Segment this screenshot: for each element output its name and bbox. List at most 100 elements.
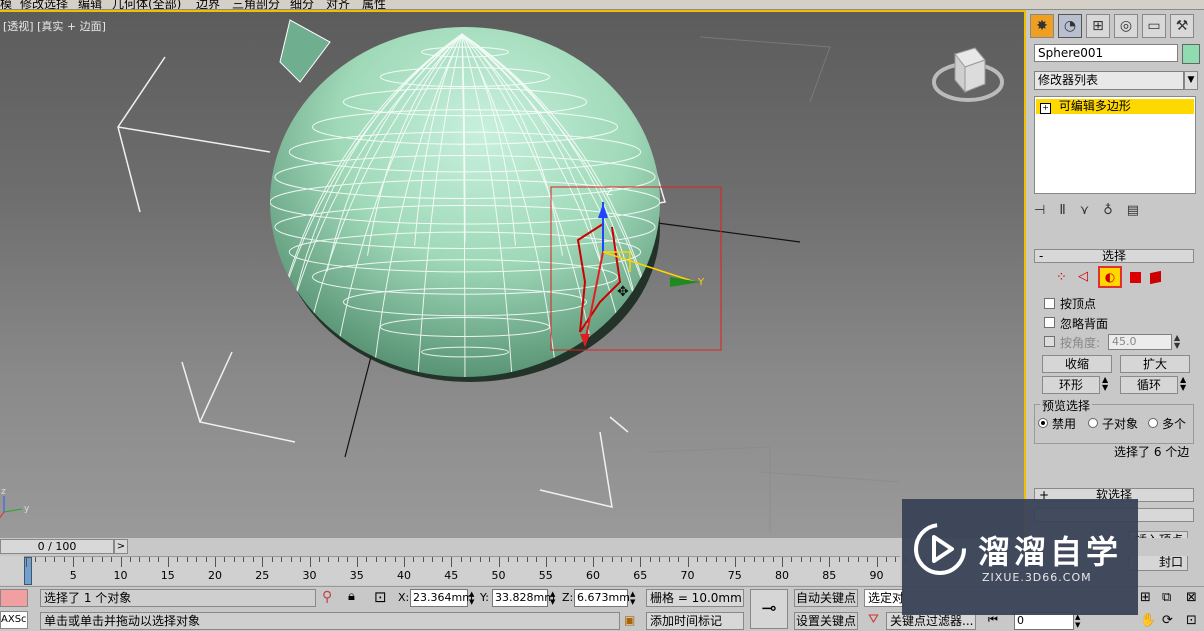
perspective-viewport[interactable]: Z Y ✥ z y [透视] [真实 + 边面] (0, 10, 1026, 540)
ruler-tick (555, 557, 557, 562)
loop-spinner-icon[interactable]: ▲ ▼ (1180, 376, 1186, 392)
menu-item-subdivide[interactable]: 细分 (290, 0, 314, 9)
z-coord-field[interactable]: 6.673mm (574, 589, 630, 607)
track-bar[interactable]: 5 10 15 20 25 30 35 40 45 50 55 60 65 70 75 80 85 90 (0, 556, 925, 585)
menu-item-align[interactable]: 对齐 (326, 0, 350, 9)
ruler-tick (602, 557, 604, 562)
selection-lock-icon[interactable]: 🔒︎ (348, 589, 355, 604)
preview-disabled-radio[interactable] (1038, 418, 1048, 428)
by-vertex-checkbox[interactable] (1044, 298, 1055, 309)
object-color-swatch[interactable] (1182, 44, 1200, 64)
modifier-list-dropdown[interactable]: 修改器列表 (1034, 71, 1184, 90)
display-tab-icon[interactable]: ▭ (1142, 14, 1166, 38)
configure-modifier-sets-icon[interactable]: ▤ (1127, 203, 1153, 218)
stack-item-editable-poly[interactable]: + 可编辑多边形 (1036, 99, 1194, 114)
set-key-icon[interactable]: ⊸ (750, 589, 788, 629)
ring-spinner-icon[interactable]: ▲ ▼ (1102, 376, 1108, 392)
angle-spinner-field[interactable]: 45.0 (1108, 334, 1172, 350)
hierarchy-tab-icon[interactable]: ⊞ (1086, 14, 1110, 38)
ruler-tick-label: 45 (444, 569, 459, 582)
ignore-backfacing-checkbox[interactable] (1044, 317, 1055, 328)
ruler-tick (829, 557, 831, 567)
ruler-tick (706, 557, 708, 562)
dropdown-arrow-icon[interactable]: ▼ (1184, 71, 1198, 90)
loop-button[interactable]: 循环 (1120, 376, 1178, 394)
x-coord-field[interactable]: 23.364mm (410, 589, 473, 607)
selected-object-dropdown[interactable]: 选定对 (864, 589, 904, 607)
set-key-button[interactable]: 设置关键点 (794, 612, 858, 630)
create-tab-icon[interactable]: ✸ (1030, 14, 1054, 38)
ruler-tick (451, 557, 453, 567)
frame-spinner-icon[interactable]: ▲ ▼ (1075, 613, 1080, 629)
ruler-tick (92, 557, 94, 562)
angle-spinner-arrows-icon[interactable]: ▲ ▼ (1174, 334, 1180, 350)
utilities-tab-icon[interactable]: ⚒ (1170, 14, 1194, 38)
menu-item-triangulate[interactable]: 三角剖分 (232, 0, 280, 9)
preview-subobject-radio[interactable] (1088, 418, 1098, 428)
maxscript-mini-listener[interactable] (0, 589, 28, 607)
grid-size-field: 栅格 = 10.0mm (646, 589, 744, 607)
orbit-icon[interactable]: ⟳ (1162, 613, 1173, 628)
isolate-selection-icon[interactable]: ⚲ (322, 589, 332, 605)
element-mode-icon[interactable] (1150, 270, 1161, 285)
ruler-tick (715, 557, 717, 562)
maxscript-listener[interactable]: AXSci (0, 611, 28, 629)
maximize-viewport-icon[interactable]: ⊡ (1186, 613, 1197, 628)
viewport-label[interactable]: [透视] [真实 + 边面] (3, 18, 106, 34)
ruler-tick (309, 557, 311, 567)
zoom-extents-icon[interactable]: ⊞ (1140, 590, 1151, 605)
show-end-result-icon[interactable]: Ⅱ (1059, 203, 1079, 218)
remove-modifier-icon[interactable]: ♁ (1103, 203, 1127, 218)
time-tag-icon[interactable]: ▣ (624, 613, 635, 627)
edge-mode-icon[interactable]: ◁ (1078, 269, 1088, 284)
ruler-tick-label: 35 (349, 569, 364, 582)
time-slider-frame-counter[interactable]: 0 / 100 (0, 539, 114, 554)
preview-multi-radio[interactable] (1148, 418, 1158, 428)
menu-item-border[interactable]: 边界 (196, 0, 220, 9)
ruler-tick (536, 557, 538, 562)
absolute-relative-toggle-icon[interactable]: ⊡ (374, 588, 387, 606)
menu-item-properties[interactable]: 属性 (362, 0, 386, 9)
ruler-tick (356, 557, 358, 567)
grow-button[interactable]: 扩大 (1120, 355, 1190, 373)
ruler-tick (668, 557, 670, 562)
x-spinner-icon[interactable]: ▲ ▼ (469, 590, 474, 606)
ruler-tick-label: 60 (586, 569, 600, 582)
ring-button[interactable]: 环形 (1042, 376, 1100, 394)
shrink-button[interactable]: 收缩 (1042, 355, 1112, 373)
menu-item-0[interactable]: 模 (0, 0, 12, 9)
menu-item-geometry[interactable]: 几何体(全部) (112, 0, 181, 9)
menu-item-modify-selection[interactable]: 修改选择 (20, 0, 68, 9)
ruler-tick (186, 557, 188, 562)
go-to-start-icon[interactable]: ⏮ (988, 613, 998, 627)
motion-tab-icon[interactable]: ◎ (1114, 14, 1138, 38)
make-unique-icon[interactable]: ⋎ (1080, 203, 1104, 218)
expand-plus-icon[interactable]: + (1040, 103, 1051, 114)
object-name-field[interactable]: Sphere001 (1034, 44, 1178, 62)
y-spinner-icon[interactable]: ▲ ▼ (550, 590, 555, 606)
selection-rollout-header[interactable]: - 选择 (1034, 249, 1194, 263)
modify-tab-icon[interactable]: ◔ (1058, 14, 1082, 38)
pan-view-icon[interactable]: ✋ (1140, 613, 1156, 628)
menu-item-edit[interactable]: 编辑 (78, 0, 102, 9)
ruler-tick (281, 557, 283, 562)
svg-text:Z: Z (606, 187, 613, 198)
axis-tripod-icon: z y (0, 487, 30, 519)
key-filter-icon[interactable]: ⛛ (868, 612, 879, 627)
time-slider-next-button[interactable]: > (114, 539, 128, 554)
ruler-tick (318, 557, 320, 562)
by-angle-checkbox[interactable] (1044, 336, 1055, 347)
polygon-mode-icon[interactable] (1130, 272, 1141, 283)
z-spinner-icon[interactable]: ▲ ▼ (630, 590, 635, 606)
ruler-tick (300, 557, 302, 562)
zoom-all-icon[interactable]: ⧉ (1162, 590, 1171, 605)
auto-key-button[interactable]: 自动关键点 (794, 589, 858, 607)
zoom-extents-all-icon[interactable]: ⊠ (1186, 590, 1197, 605)
pin-stack-icon[interactable]: ⊣ (1034, 203, 1059, 218)
add-time-tag-field[interactable]: 添加时间标记 (646, 612, 744, 630)
vertex-mode-icon[interactable]: ⁘ (1056, 270, 1067, 285)
ruler-tick (148, 557, 150, 562)
ruler-tick (196, 557, 198, 562)
y-coord-field[interactable]: 33.828mm (492, 589, 555, 607)
border-mode-icon[interactable]: ◐ (1098, 266, 1122, 288)
